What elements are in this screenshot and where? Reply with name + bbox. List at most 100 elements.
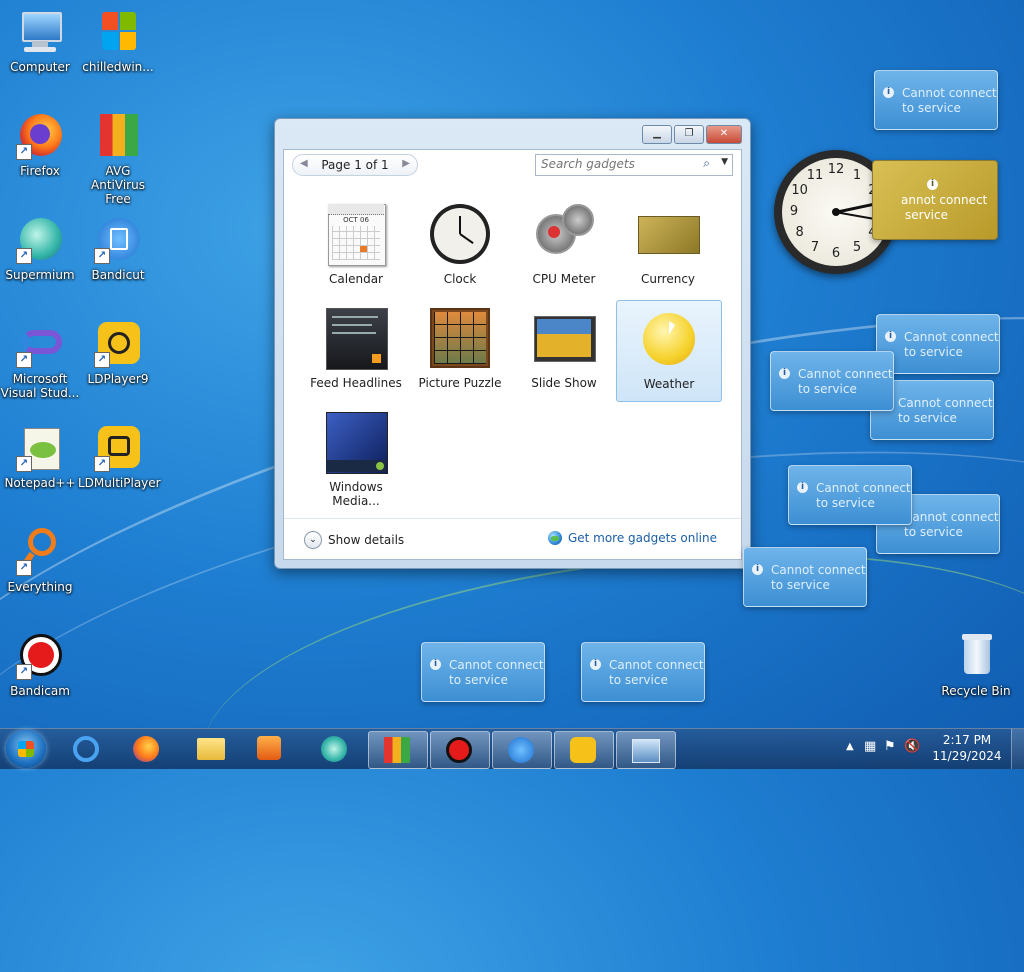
mouse-cursor-icon xyxy=(669,321,675,335)
clock-numeral: 7 xyxy=(810,240,820,256)
desktop-icon-supermium[interactable]: ↗ Supermium xyxy=(0,216,80,282)
restore-button[interactable]: ❐ xyxy=(674,125,704,144)
desktop-icon-recycle-bin[interactable]: Recycle Bin xyxy=(936,632,1016,698)
currency-status-line1: annot connect xyxy=(901,193,988,207)
gadget-status-line1: Cannot connect xyxy=(902,86,997,100)
taskbar-gadgets[interactable] xyxy=(616,731,676,769)
gadget-label: Feed Headlines xyxy=(310,376,402,390)
desktop-info-gadget[interactable]: i Cannot connect to service xyxy=(421,642,545,702)
taskbar-file-explorer[interactable] xyxy=(182,731,240,767)
search-input[interactable] xyxy=(536,155,696,173)
computer-icon xyxy=(16,8,64,56)
page-navigator: ◀ Page 1 of 1 ▶ xyxy=(292,154,418,176)
gadget-currency[interactable]: Currency xyxy=(616,196,720,296)
bandicut-icon: ↗ xyxy=(94,216,142,264)
desktop-icon-label: Firefox xyxy=(20,164,60,178)
gadget-slide-show[interactable]: Slide Show xyxy=(512,300,616,400)
supermium-icon xyxy=(321,736,349,762)
gadget-status-line1: Cannot connect xyxy=(904,510,999,524)
desktop-info-gadget[interactable]: i Cannot connect to service xyxy=(876,314,1000,374)
desktop-icon-label: Notepad++ xyxy=(4,476,76,490)
desktop-icon-computer[interactable]: Computer xyxy=(0,8,80,74)
network-icon[interactable]: ▦ xyxy=(864,739,876,754)
clock-numeral: 10 xyxy=(791,183,808,198)
desktop-icon-notepadpp[interactable]: ↗ Notepad++ xyxy=(0,424,80,490)
taskbar-bandicut[interactable] xyxy=(492,731,552,769)
clock-numeral: 1 xyxy=(852,167,862,183)
desktop-icon-ldplayer9[interactable]: ↗ LDPlayer9 xyxy=(78,320,158,386)
gadget-status-line1: Cannot connect xyxy=(904,330,999,344)
info-icon: i xyxy=(883,87,894,98)
desktop-icon-chilledwin[interactable]: chilledwin... xyxy=(78,8,158,74)
flag-icon[interactable]: ⚑ xyxy=(884,739,896,754)
show-desktop-button[interactable] xyxy=(1011,729,1024,769)
gadget-status-line1: Cannot connect xyxy=(816,481,911,495)
taskbar-supermium[interactable] xyxy=(306,731,364,767)
recycle-bin-icon xyxy=(952,632,1000,680)
clock-time[interactable]: 2:17 PM xyxy=(932,733,1002,747)
taskbar-avg[interactable] xyxy=(368,731,428,769)
ldmultiplayer-icon: ↗ xyxy=(94,424,142,472)
get-more-gadgets-link[interactable]: Get more gadgets online xyxy=(547,531,717,545)
gadget-calendar[interactable]: OCT 06 Calendar xyxy=(304,196,408,296)
gadget-status-line2: to service xyxy=(449,673,508,687)
taskbar-bandicam[interactable] xyxy=(430,731,490,769)
desktop-info-gadget[interactable]: i Cannot connect to service xyxy=(788,465,912,525)
supermium-icon: ↗ xyxy=(16,216,64,264)
page-indicator: Page 1 of 1 xyxy=(321,158,389,172)
info-icon: i xyxy=(927,179,938,190)
desktop-icon-avg[interactable]: AVG AntiVirus Free xyxy=(78,112,158,206)
desktop-icon-bandicut[interactable]: ↗ Bandicut xyxy=(78,216,158,282)
gadget-feed-headlines[interactable]: Feed Headlines xyxy=(304,300,408,400)
gadget-clock[interactable]: Clock xyxy=(408,196,512,296)
desktop-icon-visual-studio[interactable]: ↗ Microsoft Visual Stud... xyxy=(0,320,80,400)
desktop-currency-gadget[interactable]: i annot connect service xyxy=(872,160,998,240)
search-dropdown-icon[interactable]: ▼ xyxy=(721,157,728,167)
shortcut-arrow-icon: ↗ xyxy=(16,248,32,264)
shortcut-arrow-icon: ↗ xyxy=(16,560,32,576)
taskbar-media-player[interactable] xyxy=(242,731,300,767)
clock-numeral: 12 xyxy=(827,162,845,177)
gadget-cpu-meter[interactable]: CPU Meter xyxy=(512,196,616,296)
desktop-info-gadget[interactable]: i Cannot connect to service xyxy=(770,351,894,411)
system-tray: ▲ ▦ ⚑ 🔇 2:17 PM 11/29/2024 xyxy=(834,729,1024,769)
get-more-gadgets-label: Get more gadgets online xyxy=(567,531,717,545)
desktop-info-gadget[interactable]: i Cannot connect to service xyxy=(743,547,867,607)
desktop-icon-ldmultiplayer[interactable]: ↗ LDMultiPlayer xyxy=(78,424,161,490)
window-caption-buttons: ▁ ❐ ✕ xyxy=(640,125,742,144)
media-player-icon xyxy=(257,736,285,762)
start-button[interactable] xyxy=(6,730,46,768)
close-button[interactable]: ✕ xyxy=(706,125,742,144)
taskbar-internet-explorer[interactable] xyxy=(58,731,116,767)
clock-date[interactable]: 11/29/2024 xyxy=(932,749,1002,763)
desktop-icon-label: Supermium xyxy=(5,268,75,282)
gadget-status-line1: Cannot connect xyxy=(609,658,704,672)
desktop-info-gadget[interactable]: i Cannot connect to service xyxy=(581,642,705,702)
cpu-meter-icon xyxy=(532,202,596,266)
desktop-info-gadget[interactable]: i Cannot connect to service xyxy=(874,70,998,130)
gadget-label: Slide Show xyxy=(531,376,597,390)
gadget-picture-puzzle[interactable]: Picture Puzzle xyxy=(408,300,512,400)
taskbar-firefox[interactable] xyxy=(118,731,176,767)
desktop-icon-label: chilledwin... xyxy=(82,60,154,74)
show-details-toggle[interactable]: ⌄ Show details xyxy=(304,531,404,549)
tray-expand-icon[interactable]: ▲ xyxy=(846,741,854,752)
taskbar-ldplayer[interactable] xyxy=(554,731,614,769)
info-icon: i xyxy=(590,659,601,670)
gadget-status-line1: Cannot connect xyxy=(771,563,866,577)
desktop-icon-firefox[interactable]: ↗ Firefox xyxy=(0,112,80,178)
gallery-toolbar: ◀ Page 1 of 1 ▶ ⌕ ▼ xyxy=(284,150,741,186)
calendar-month-label: OCT 06 xyxy=(343,216,369,224)
desktop-icon-bandicam[interactable]: ↗ Bandicam xyxy=(0,632,80,698)
shortcut-arrow-icon: ↗ xyxy=(16,144,32,160)
desktop-icon-label: Bandicam xyxy=(10,684,70,698)
desktop-icon-everything[interactable]: ↗ Everything xyxy=(0,528,80,594)
search-icon[interactable]: ⌕ xyxy=(703,156,710,171)
firefox-icon xyxy=(133,736,161,762)
next-page-button[interactable]: ▶ xyxy=(402,158,410,169)
minimize-button[interactable]: ▁ xyxy=(642,125,672,144)
volume-muted-icon[interactable]: 🔇 xyxy=(904,739,920,754)
gadget-windows-media[interactable]: Windows Media... xyxy=(304,404,408,508)
gadget-weather[interactable]: Weather xyxy=(616,300,722,402)
bandicam-icon: ↗ xyxy=(16,632,64,680)
